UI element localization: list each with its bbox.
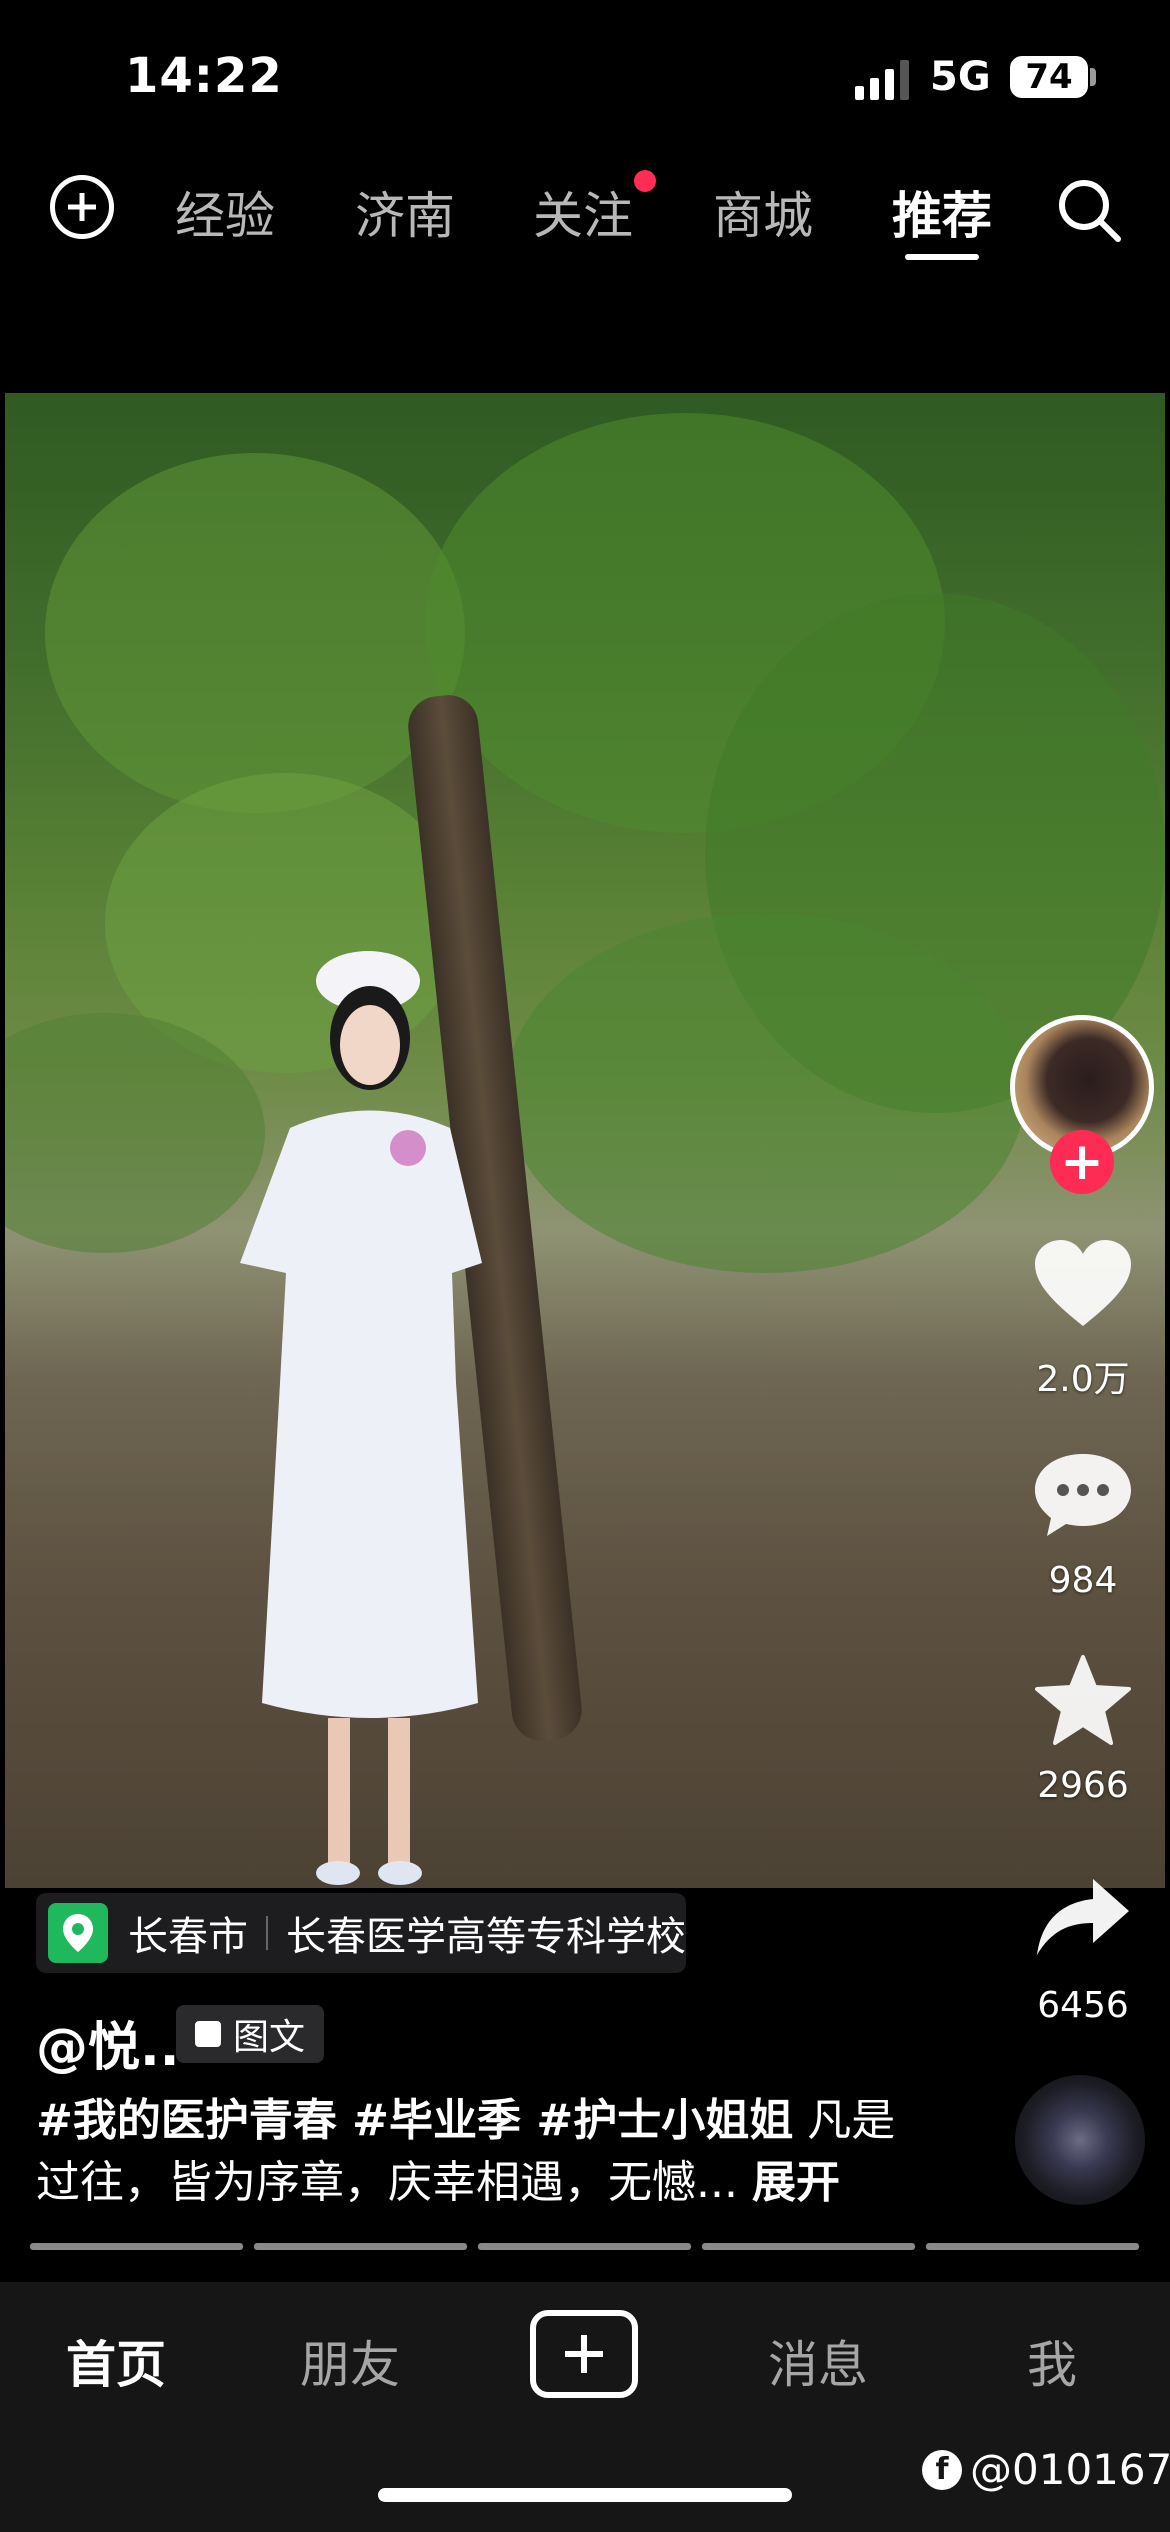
nav-me[interactable]: 我: [1027, 2325, 1077, 2397]
nav-messages[interactable]: 消息: [768, 2325, 868, 2397]
location-tag[interactable]: 长春市 长春医学高等专科学校: [36, 1893, 686, 1973]
add-plus-icon[interactable]: [50, 175, 114, 239]
image-progress-segment: [254, 2243, 467, 2250]
post-type-badge: 图文: [176, 2005, 324, 2063]
status-time: 14:22: [125, 48, 283, 104]
favorite-count: 2966: [1037, 1765, 1129, 1806]
caption-line-1: 凡是: [807, 2095, 896, 2146]
caption-line-2: 过往，皆为序章，庆幸相遇，无憾...: [36, 2157, 738, 2208]
location-city: 长春市: [128, 1914, 248, 1960]
expand-link[interactable]: 展开: [752, 2157, 840, 2208]
post-photo[interactable]: [5, 393, 1165, 1888]
location-pin-icon: [48, 1903, 108, 1963]
battery-tip: [1090, 68, 1096, 86]
nav-friends[interactable]: 朋友: [300, 2325, 400, 2397]
watermark-text: @0101671: [970, 2445, 1170, 2494]
watermark-logo-icon: f: [922, 2449, 962, 2490]
image-progress-segment: [478, 2243, 691, 2250]
star-icon[interactable]: [1033, 1655, 1133, 1745]
search-icon[interactable]: [1054, 175, 1124, 245]
network-label: 5G: [930, 54, 991, 100]
tab-experience[interactable]: 经验: [175, 176, 275, 248]
location-divider: [266, 1916, 268, 1950]
signal-icon: [855, 60, 909, 100]
image-progress-segment: [926, 2243, 1139, 2250]
battery-icon: 74: [1010, 56, 1088, 98]
post-caption[interactable]: #我的医护青春 #毕业季 #护士小姐姐 凡是 过往，皆为序章，庆幸相遇，无憾..…: [36, 2090, 916, 2214]
post-type-label: 图文: [232, 2017, 305, 2058]
author-name[interactable]: @悦..: [36, 2005, 180, 2080]
create-button[interactable]: [530, 2310, 638, 2398]
image-progress-segment: [30, 2243, 243, 2250]
tab-following[interactable]: 关注: [533, 176, 633, 248]
comment-count: 984: [1048, 1560, 1118, 1601]
heart-icon[interactable]: [1033, 1240, 1133, 1330]
nurse-figure: [240, 951, 482, 1885]
battery-level: 74: [1025, 57, 1073, 97]
comment-icon[interactable]: [1033, 1450, 1133, 1540]
hashtags[interactable]: #我的医护青春 #毕业季 #护士小姐姐: [36, 2095, 793, 2146]
image-text-icon: [194, 2021, 221, 2047]
music-disc[interactable]: [1015, 2075, 1145, 2205]
tab-mall[interactable]: 商城: [713, 176, 813, 248]
like-count: 2.0万: [1036, 1359, 1130, 1400]
watermark: f @0101671: [922, 2445, 1170, 2494]
tab-jinan[interactable]: 济南: [355, 176, 455, 248]
share-icon[interactable]: [1033, 1875, 1133, 1965]
following-notification-dot: [634, 170, 656, 192]
follow-plus-button[interactable]: +: [1050, 1130, 1114, 1194]
image-progress-segment: [702, 2243, 915, 2250]
tab-recommend[interactable]: 推荐: [892, 176, 992, 248]
share-count: 6456: [1037, 1985, 1129, 2026]
location-place: 长春医学高等专科学校: [286, 1914, 686, 1960]
home-indicator[interactable]: [378, 2488, 792, 2502]
active-tab-indicator: [905, 254, 979, 260]
nav-home[interactable]: 首页: [66, 2325, 166, 2397]
